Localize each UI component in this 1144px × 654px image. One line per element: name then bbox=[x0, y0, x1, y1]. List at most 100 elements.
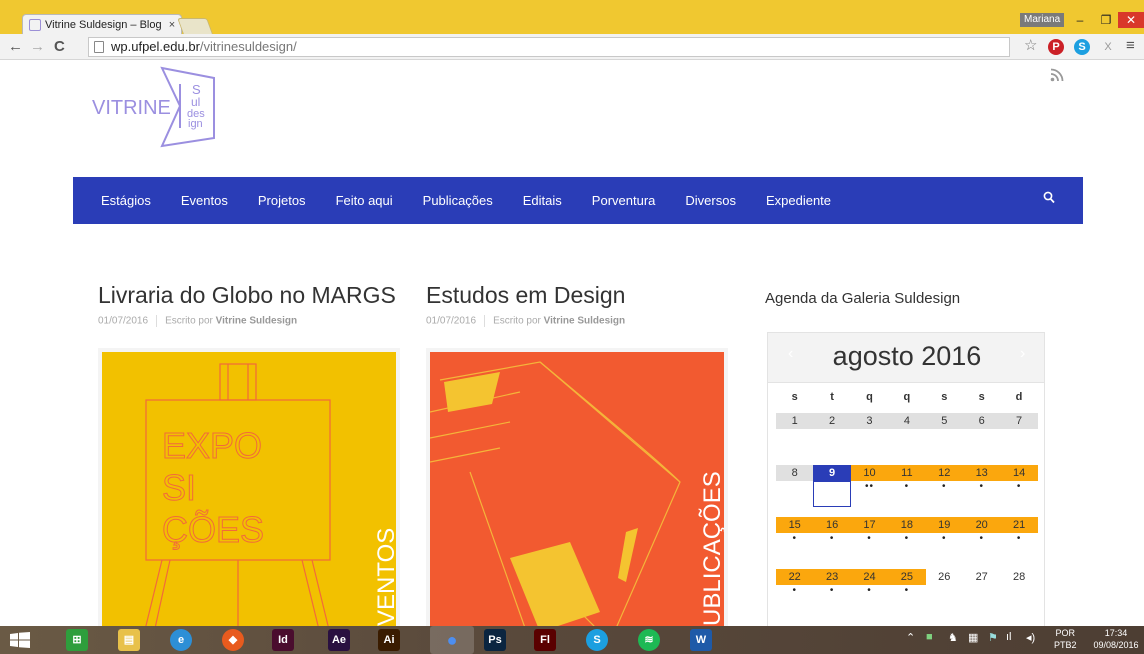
maximize-icon[interactable]: ❐ bbox=[1094, 12, 1118, 28]
nav-publicacoes[interactable]: Publicações bbox=[423, 193, 493, 208]
post-author[interactable]: Vitrine Suldesign bbox=[216, 316, 298, 327]
nav-projetos[interactable]: Projetos bbox=[258, 193, 306, 208]
flash-icon[interactable]: Fl bbox=[534, 629, 556, 651]
calendar-day[interactable]: 2 bbox=[813, 413, 851, 465]
rss-icon[interactable] bbox=[1050, 68, 1064, 82]
calendar-day[interactable]: 24 • bbox=[850, 569, 889, 621]
clock-time: 17:34 bbox=[1104, 628, 1128, 638]
windows-start-icon[interactable] bbox=[10, 632, 30, 648]
calendar-day[interactable]: 15 • bbox=[776, 517, 814, 569]
pinterest-icon[interactable]: P bbox=[1048, 39, 1064, 55]
new-tab-button[interactable] bbox=[177, 18, 213, 34]
event-dots: • bbox=[904, 481, 910, 492]
calendar-day[interactable]: 4 bbox=[888, 413, 926, 465]
indesign-icon[interactable]: Id bbox=[272, 629, 294, 651]
after-effects-icon[interactable]: Ae bbox=[328, 629, 350, 651]
chrome-icon[interactable]: ● bbox=[430, 626, 474, 654]
input-language[interactable]: POR PTB2 bbox=[1054, 627, 1077, 651]
tray-network-icon[interactable]: ▦ bbox=[968, 631, 978, 644]
reload-icon[interactable]: C bbox=[54, 38, 65, 56]
calendar-day-number: 9 bbox=[813, 465, 851, 481]
calendar-day[interactable]: 17 • bbox=[850, 517, 889, 569]
menu-icon[interactable]: ≡ bbox=[1126, 37, 1135, 55]
back-icon[interactable]: ← bbox=[8, 38, 23, 56]
logo-stack-4: ign bbox=[188, 118, 203, 130]
nav-expediente[interactable]: Expediente bbox=[766, 193, 831, 208]
calendar-day[interactable]: 16 • bbox=[813, 517, 851, 569]
calendar-day[interactable]: 5 bbox=[925, 413, 963, 465]
calendar-day[interactable]: 13 • bbox=[963, 465, 1001, 517]
nav-eventos[interactable]: Eventos bbox=[181, 193, 228, 208]
tab-close-icon[interactable]: × bbox=[165, 19, 179, 31]
nav-porventura[interactable]: Porventura bbox=[592, 193, 656, 208]
store-icon[interactable]: ⊞ bbox=[66, 629, 88, 651]
calendar-day[interactable]: 10 •• bbox=[850, 465, 889, 517]
skype-icon[interactable]: S bbox=[586, 629, 608, 651]
tray-signal-icon[interactable]: ıl bbox=[1006, 631, 1012, 643]
profile-badge[interactable]: Mariana bbox=[1020, 13, 1065, 27]
bookmark-star-icon[interactable]: ☆ bbox=[1024, 37, 1037, 55]
browser-titlebar: Vitrine Suldesign – Blog d × Mariana ‒ ❐… bbox=[0, 0, 1144, 34]
calendar-day[interactable]: 20 • bbox=[963, 517, 1001, 569]
close-window-icon[interactable]: ✕ bbox=[1118, 12, 1144, 28]
windows-taskbar: ⊞ ▤ e ◆ Id Ae Ai ● Ps Fl S ≋ W ⌃ ■ ♞ ▦ ⚑ ıl ◂) POR P… bbox=[0, 626, 1144, 654]
logo-word: VITRINE bbox=[92, 97, 171, 119]
tray-volume-icon[interactable]: ◂) bbox=[1026, 631, 1035, 644]
post-1-thumbnail[interactable]: EXPO SI ÇÕES EVENTOS bbox=[98, 348, 400, 626]
calendar-day[interactable]: 8 bbox=[776, 465, 814, 517]
calendar-day[interactable]: 11 • bbox=[888, 465, 926, 517]
calendar-day[interactable]: 28 bbox=[1000, 569, 1037, 621]
next-month-icon[interactable]: › bbox=[1020, 345, 1025, 363]
calendar-day[interactable]: 22 • bbox=[776, 569, 814, 621]
search-icon[interactable] bbox=[1043, 191, 1055, 205]
calendar-day[interactable]: 6 bbox=[963, 413, 1001, 465]
browser-tab[interactable]: Vitrine Suldesign – Blog d × bbox=[22, 14, 182, 34]
thumb-line-2: SI bbox=[162, 467, 196, 508]
file-explorer-icon[interactable]: ▤ bbox=[118, 629, 140, 651]
calendar-day[interactable]: 26 bbox=[926, 569, 963, 621]
site-logo[interactable]: VITRINE S ul des ign bbox=[92, 66, 226, 148]
calendar-day[interactable]: 18 • bbox=[888, 517, 926, 569]
illustrator-icon[interactable]: Ai bbox=[378, 629, 400, 651]
forward-icon[interactable]: → bbox=[30, 38, 45, 56]
nav-diversos[interactable]: Diversos bbox=[685, 193, 736, 208]
tray-security-icon[interactable]: ⚑ bbox=[988, 631, 998, 644]
nav-estagios[interactable]: Estágios bbox=[101, 193, 151, 208]
brave-icon[interactable]: ◆ bbox=[222, 629, 244, 651]
nav-feito-aqui[interactable]: Feito aqui bbox=[336, 193, 393, 208]
calendar-day[interactable]: 21 • bbox=[1000, 517, 1038, 569]
calendar-day-number: 12 bbox=[925, 465, 963, 481]
tray-app-icon[interactable]: ■ bbox=[926, 631, 933, 643]
clock[interactable]: 17:34 09/08/2016 bbox=[1088, 627, 1144, 651]
post-title[interactable]: Estudos em Design bbox=[426, 282, 625, 309]
calendar-day[interactable]: 23 • bbox=[813, 569, 851, 621]
extension-x-icon[interactable]: X bbox=[1100, 39, 1116, 55]
calendar-day[interactable]: 19 • bbox=[925, 517, 963, 569]
calendar-day[interactable]: 12 • bbox=[925, 465, 963, 517]
post-author[interactable]: Vitrine Suldesign bbox=[544, 316, 626, 327]
calendar-day[interactable]: 14 • bbox=[1000, 465, 1038, 517]
calendar-day-number: 3 bbox=[850, 413, 889, 429]
calendar-day[interactable]: 25 • bbox=[888, 569, 926, 621]
event-dots: • bbox=[867, 533, 872, 544]
event-dots: • bbox=[867, 585, 872, 596]
calendar-day[interactable]: 7 bbox=[1000, 413, 1038, 465]
post-title[interactable]: Livraria do Globo no MARGS bbox=[98, 282, 396, 309]
address-bar-input[interactable]: wp.ufpel.edu.br/vitrinesuldesign/ bbox=[88, 37, 1010, 57]
word-icon[interactable]: W bbox=[690, 629, 712, 651]
calendar-day[interactable]: 3 bbox=[850, 413, 889, 465]
photoshop-icon[interactable]: Ps bbox=[484, 629, 506, 651]
post-meta: 01/07/2016 Escrito por Vitrine Suldesign bbox=[98, 315, 396, 327]
minimize-icon[interactable]: ‒ bbox=[1068, 12, 1092, 28]
calendar-day[interactable]: 9 bbox=[813, 465, 851, 517]
internet-explorer-icon[interactable]: e bbox=[170, 629, 192, 651]
post-2-thumbnail[interactable]: PUBLICAÇÕES bbox=[426, 348, 728, 626]
tray-up-arrow-icon[interactable]: ⌃ bbox=[906, 631, 915, 644]
tray-people-icon[interactable]: ♞ bbox=[948, 631, 958, 644]
event-calendar: ‹ agosto 2016 › s t q q s s d 1234567891… bbox=[767, 332, 1045, 626]
spotify-icon[interactable]: ≋ bbox=[638, 629, 660, 651]
calendar-day[interactable]: 27 bbox=[963, 569, 1000, 621]
calendar-day[interactable]: 1 bbox=[776, 413, 814, 465]
skype-extension-icon[interactable]: S bbox=[1074, 39, 1090, 55]
nav-editais[interactable]: Editais bbox=[523, 193, 562, 208]
